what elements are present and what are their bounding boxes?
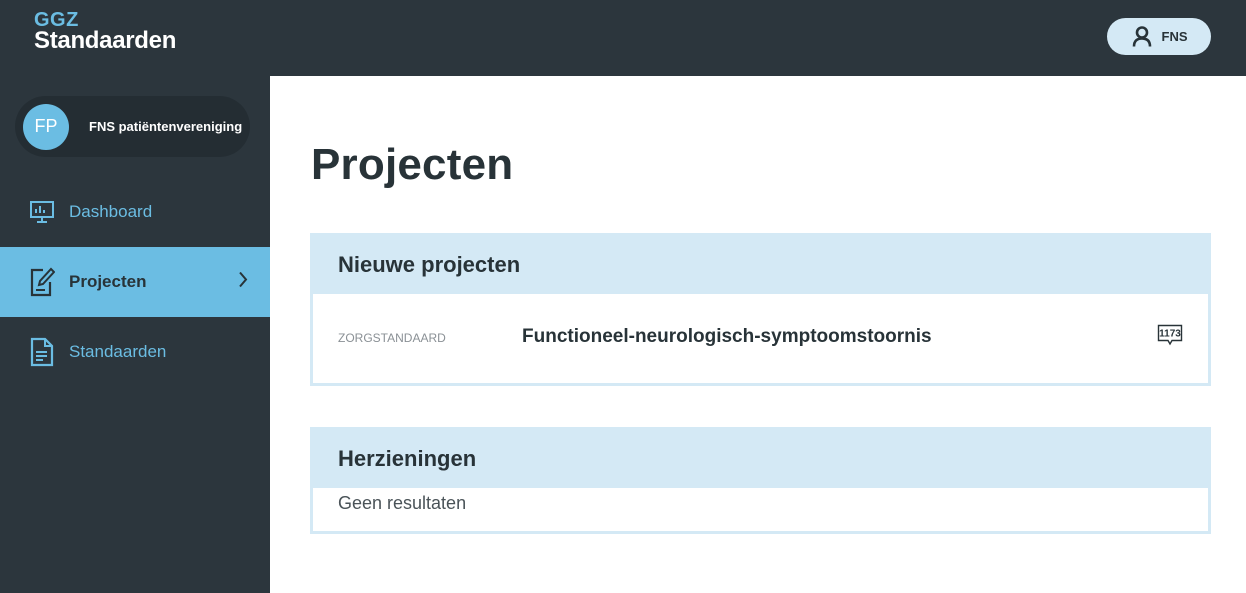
sidebar-item-label: Standaarden — [69, 342, 167, 361]
revisions-panel: Herzieningen Geen resultaten — [310, 427, 1211, 534]
logo-standaarden-text: Standaarden — [34, 27, 177, 54]
main-content: Projecten Nieuwe projecten ZORGSTANDAARD… — [270, 76, 1246, 593]
sidebar-item-standaarden[interactable]: Standaarden — [0, 317, 270, 387]
comment-count-icon[interactable]: 1173 — [1157, 324, 1183, 348]
project-type: ZORGSTANDAARD — [338, 331, 446, 345]
org-name: FNS patiëntenvereniging — [89, 119, 243, 134]
monitor-chart-icon — [29, 198, 55, 226]
ggz-standaarden-logo[interactable]: GGZ Standaarden — [34, 10, 176, 53]
organization-pill[interactable]: FP FNS patiëntenvereniging — [15, 96, 250, 157]
user-menu-button[interactable]: FNS — [1107, 18, 1211, 55]
sidebar-item-projecten[interactable]: Projecten — [0, 247, 270, 317]
new-projects-panel: Nieuwe projecten ZORGSTANDAARD Functione… — [310, 233, 1211, 386]
sidebar: FP FNS patiëntenvereniging Dashboard Pro… — [0, 76, 270, 593]
panel-heading: Herzieningen — [313, 430, 1208, 488]
document-icon — [29, 337, 55, 367]
sidebar-item-label: Projecten — [69, 272, 147, 291]
org-avatar: FP — [23, 103, 69, 150]
list-item[interactable]: ZORGSTANDAARD Functioneel-neurologisch-s… — [313, 294, 1208, 383]
project-title[interactable]: Functioneel-neurologisch-symptoomstoorni… — [522, 326, 932, 348]
top-bar: GGZ Standaarden FNS — [0, 0, 1246, 76]
comment-count-text: 1173 — [1159, 329, 1181, 340]
user-icon — [1131, 26, 1153, 48]
sidebar-item-dashboard[interactable]: Dashboard — [0, 177, 270, 247]
edit-document-icon — [29, 267, 55, 297]
panel-heading: Nieuwe projecten — [313, 236, 1208, 294]
sidebar-item-label: Dashboard — [69, 202, 153, 221]
empty-results-text: Geen resultaten — [338, 493, 467, 513]
user-menu-label: FNS — [1161, 29, 1188, 44]
page-title: Projecten — [311, 140, 514, 189]
chevron-right-icon — [238, 271, 248, 293]
